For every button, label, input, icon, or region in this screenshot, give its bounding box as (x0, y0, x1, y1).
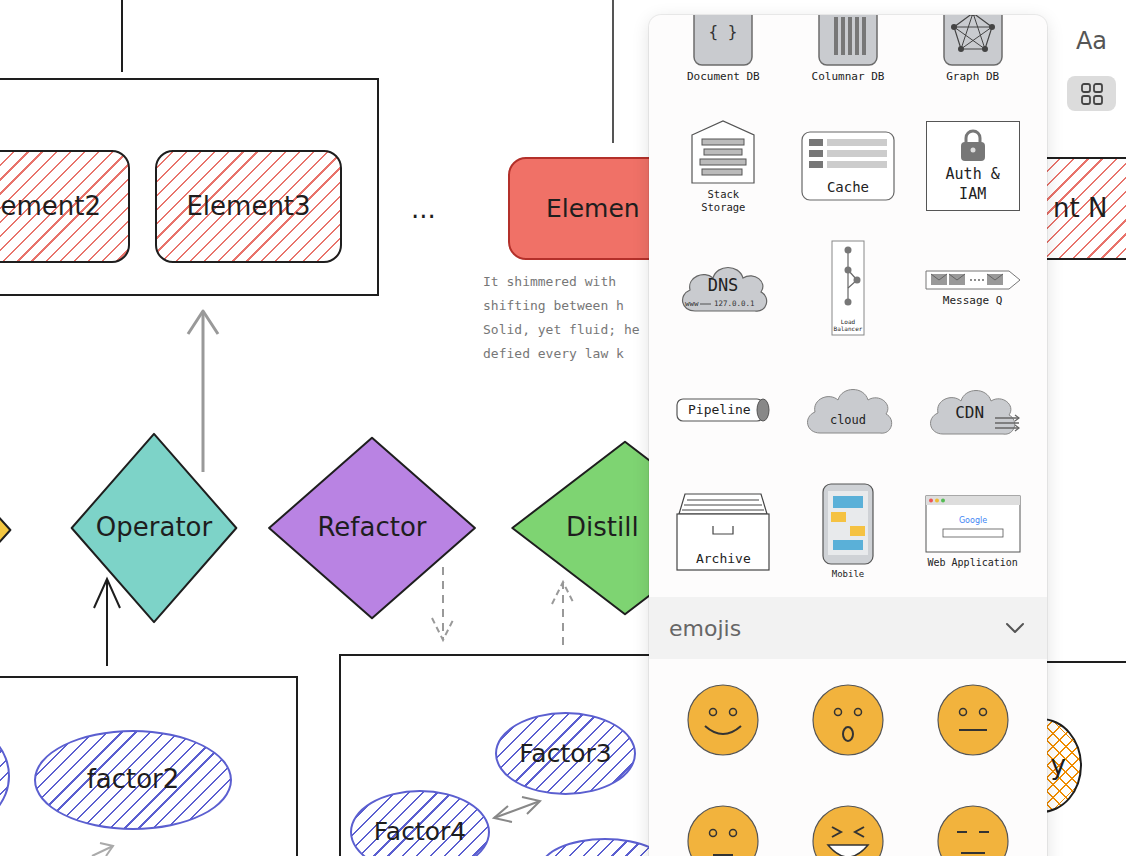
surprised-face-icon[interactable] (810, 682, 886, 758)
note-line: Solid, yet fluid; he (483, 318, 640, 342)
library-item-label: Pipeline (675, 402, 763, 417)
double-arrow[interactable] (494, 797, 540, 822)
note-text[interactable]: It shimmered withshifting between hSolid… (483, 270, 640, 366)
icon-glyph: { } (709, 22, 738, 41)
library-item[interactable]: Stack Storage (690, 119, 756, 214)
library-item-label: Archive (675, 551, 771, 566)
ellipse-node[interactable]: Factor3 (495, 712, 636, 795)
library-item[interactable]: Graph DB (942, 15, 1004, 83)
plain-face-icon[interactable] (685, 803, 761, 856)
group-frame[interactable] (0, 677, 297, 856)
grid-icon (1080, 82, 1104, 106)
library-item[interactable]: cloud (800, 381, 896, 439)
neutral-face-icon[interactable] (935, 682, 1011, 758)
library-item[interactable]: CDN (923, 382, 1023, 438)
web-browser-icon: Google (925, 495, 1021, 553)
document-db-icon: { } (692, 15, 754, 67)
library-item-label: Document DB (687, 70, 760, 83)
ellipse-node[interactable] (0, 728, 10, 824)
diamond-node[interactable]: Operator (70, 432, 238, 624)
section-title: emojis (669, 616, 741, 641)
library-button[interactable] (1067, 76, 1116, 111)
library-grid: { } Document DB Columnar DB Graph DB Stack S… (649, 15, 1047, 593)
diamond-label: Operator (96, 512, 212, 543)
library-item[interactable]: Mobile (822, 483, 874, 581)
element-label: Element3 (186, 191, 310, 222)
diamond-node[interactable] (0, 440, 12, 620)
dashed-down-arrow[interactable] (432, 567, 454, 640)
element-label: ement2 (0, 191, 101, 222)
library-item-label: Load Balancer (831, 318, 865, 332)
smile-face-icon[interactable] (685, 682, 761, 758)
icon-glyph: Google (959, 516, 987, 525)
diamond-label: Distill (566, 512, 639, 543)
chevron-down-icon (1003, 616, 1027, 640)
ellipse-label: factor2 (87, 764, 180, 795)
library-item-label: CDN (923, 403, 1017, 422)
stack-storage-icon (690, 119, 756, 185)
connector-line[interactable] (612, 0, 614, 143)
cloud-icon (800, 381, 896, 439)
library-panel: { } Document DB Columnar DB Graph DB Stack S… (649, 15, 1047, 856)
columnar-db-icon (817, 15, 879, 67)
dns-cloud-icon: DNS www 127.0.0.1 (675, 259, 771, 317)
ellipse-node[interactable]: Factor4 (350, 790, 490, 856)
note-line: shifting between h (483, 294, 640, 318)
library-item[interactable]: Google Web Application (925, 495, 1021, 569)
library-item-label: Columnar DB (812, 70, 885, 83)
ellipse-node[interactable]: factor2 (34, 730, 232, 830)
library-item[interactable]: Auth & IAM (926, 121, 1020, 211)
library-item-label: Graph DB (946, 70, 999, 83)
graph-db-icon (942, 15, 1004, 67)
element-label: Elemen (546, 194, 640, 224)
lock-icon (958, 128, 988, 162)
library-item-label: Message Q (943, 294, 1003, 307)
icon-glyph: www (685, 299, 699, 308)
library-item[interactable]: Pipeline (675, 396, 771, 424)
note-line: It shimmered with (483, 270, 640, 294)
note-line: defied every law k (483, 342, 640, 366)
canvas-screen: ement2 Element3 Elemen nt N... It shimmered … (0, 0, 1126, 856)
emoji-grid (649, 659, 1047, 856)
small-arrow[interactable] (92, 843, 113, 856)
diamond-label: Refactor (317, 512, 426, 543)
library-item-label: cloud (800, 413, 896, 427)
meh-face-icon[interactable] (935, 803, 1011, 856)
library-item-label: Auth & IAM (933, 164, 1013, 204)
squint-face-icon[interactable] (810, 803, 886, 856)
icon-glyph: 127.0.0.1 (714, 299, 755, 308)
library-item[interactable]: { } Document DB (687, 15, 760, 83)
library-item-label: Web Application (928, 556, 1018, 569)
ellipse-label: y (1051, 750, 1066, 781)
dashed-up-arrow[interactable] (552, 582, 574, 645)
library-item[interactable]: DNS www 127.0.0.1 (675, 259, 771, 317)
up-arrow[interactable] (94, 579, 120, 666)
font-button[interactable]: Aa (1076, 26, 1107, 56)
library-item[interactable]: Archive (675, 492, 771, 572)
emojis-section-header[interactable]: emojis (649, 597, 1047, 659)
library-item-label: Stack Storage (693, 188, 753, 214)
element-label: nt N (1053, 193, 1107, 224)
library-item-label: Cache (801, 179, 895, 195)
library-item[interactable]: Load Balancer (831, 240, 865, 336)
ellipse-label: Factor4 (374, 817, 466, 847)
diamond-node[interactable]: Refactor (267, 436, 477, 620)
library-item-label: Mobile (832, 568, 865, 581)
mobile-phone-icon (822, 483, 874, 565)
element-box[interactable]: ement2 (0, 150, 130, 263)
library-item[interactable]: Message Q (925, 269, 1021, 307)
library-item[interactable]: Cache (801, 131, 895, 201)
ellipsis-text[interactable]: ... (411, 194, 436, 224)
right-toolbar: Aa (1067, 26, 1116, 111)
library-item[interactable]: Columnar DB (812, 15, 885, 83)
up-arrow[interactable] (188, 311, 218, 472)
element-box[interactable]: Element3 (155, 150, 342, 263)
diamond-shape (0, 440, 12, 620)
group-frame[interactable] (1047, 661, 1126, 663)
message-queue-icon (925, 269, 1021, 291)
library-item-label: DNS (708, 275, 739, 295)
ellipse-label: Factor3 (519, 739, 611, 769)
connector-line[interactable] (121, 0, 123, 72)
